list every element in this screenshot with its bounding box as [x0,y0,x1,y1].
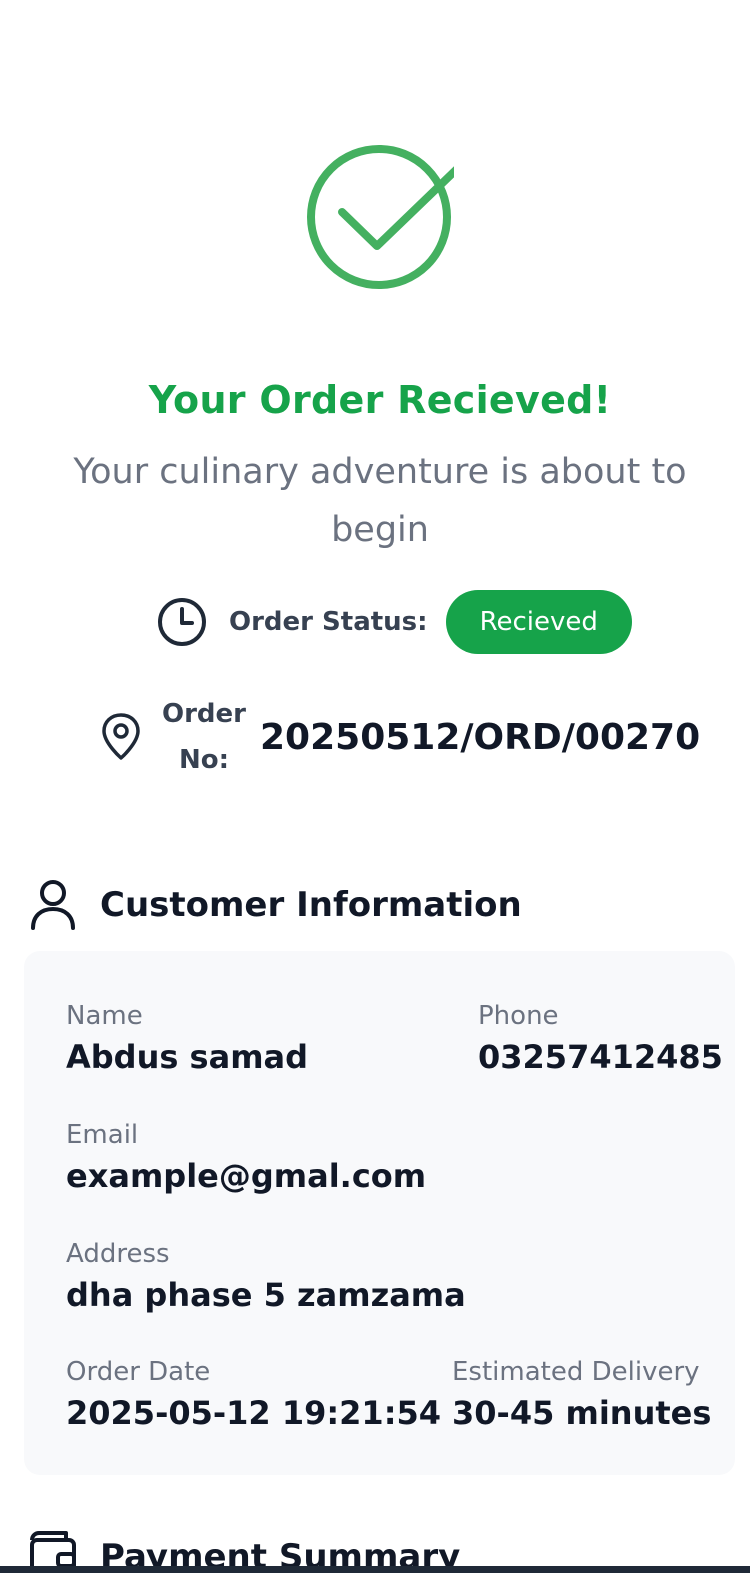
map-pin-icon [98,711,144,763]
order-status-label: Order Status: [229,607,428,637]
name-value: Abdus samad [66,1038,309,1076]
estimated-delivery-label: Estimated Delivery [452,1357,700,1387]
order-number-row: Order No: 20250512/ORD/00270 [98,690,700,784]
estimated-delivery-value: 30-45 minutes [452,1394,712,1432]
order-number-value: 20250512/ORD/00270 [260,716,701,758]
page-subtitle: Your culinary adventure is about to begi… [73,452,687,550]
status-badge: Recieved [445,590,632,654]
clock-icon [155,595,209,649]
email-value: example@gmal.com [66,1157,427,1195]
page-title: Your Order Recieved! [148,378,612,422]
order-number-label: Order No: [162,699,246,775]
email-field: Email example@gmal.com [66,1118,426,1198]
order-status-row: Order Status: Recieved [155,590,632,654]
customer-info-heading: Customer Information [28,878,522,932]
customer-info-title: Customer Information [100,885,522,925]
user-icon [28,878,78,932]
phone-label: Phone [478,1001,559,1031]
check-circle-icon [304,142,463,292]
customer-info-card: Name Abdus samad Phone 03257412485 Email… [24,951,735,1475]
order-date-label: Order Date [66,1357,211,1387]
bottom-edge-bar [0,1566,750,1573]
address-field: Address dha phase 5 zamzama [66,1237,466,1317]
phone-value: 03257412485 [478,1038,723,1076]
address-value: dha phase 5 zamzama [66,1276,466,1314]
name-label: Name [66,1001,143,1031]
name-field: Name Abdus samad [66,999,308,1079]
order-date-field: Order Date 2025-05-12 19:21:54 [66,1355,441,1435]
estimated-delivery-field: Estimated Delivery 30-45 minutes [452,1355,711,1435]
address-label: Address [66,1239,170,1269]
order-date-value: 2025-05-12 19:21:54 [66,1394,442,1432]
phone-field: Phone 03257412485 [478,999,723,1079]
email-label: Email [66,1120,139,1150]
order-confirmation-page: Your Order Recieved! Your culinary adven… [0,0,750,1573]
